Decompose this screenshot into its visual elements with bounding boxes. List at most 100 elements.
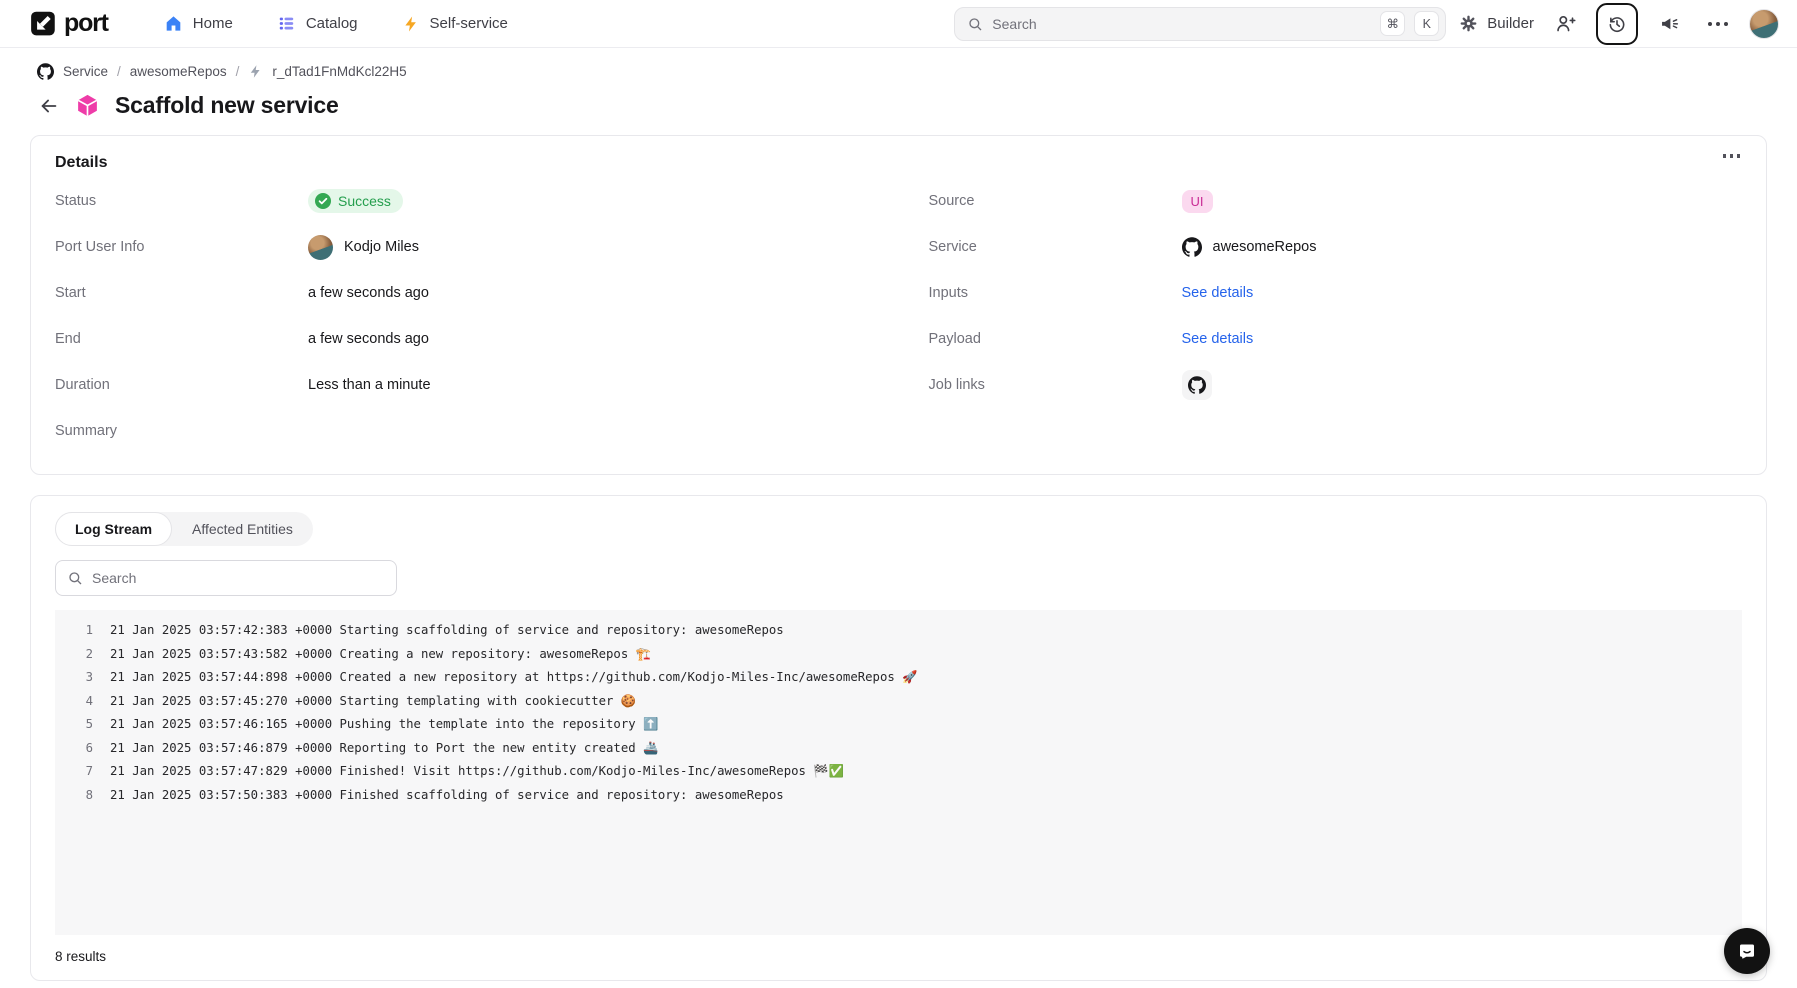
detail-row-status: Status Success bbox=[55, 178, 869, 224]
detail-row-duration: DurationLess than a minute bbox=[55, 362, 869, 408]
log-line-text: 21 Jan 2025 03:57:42:383 +0000 Starting … bbox=[110, 619, 784, 643]
details-right-column: SourceUIServiceawesomeReposInputsSee det… bbox=[929, 178, 1743, 454]
announcements-button[interactable] bbox=[1651, 6, 1687, 42]
user-avatar bbox=[308, 235, 333, 260]
log-search-input[interactable] bbox=[92, 570, 385, 586]
log-line-text: 21 Jan 2025 03:57:43:582 +0000 Creating … bbox=[110, 643, 651, 667]
log-card: Log Stream Affected Entities 1 21 Jan 202… bbox=[30, 495, 1767, 981]
github-icon bbox=[37, 63, 54, 80]
log-line: 721 Jan 2025 03:57:47:829 +0000 Finished… bbox=[55, 760, 1742, 784]
job-link-github-button[interactable] bbox=[1182, 370, 1212, 400]
more-options-button[interactable] bbox=[1700, 6, 1736, 42]
detail-label: Service bbox=[929, 239, 1182, 255]
see-details-link[interactable]: See details bbox=[1182, 285, 1254, 301]
detail-label: Start bbox=[55, 285, 308, 301]
navbar-actions: ⌘ K Builder bbox=[954, 3, 1779, 45]
detail-row-payload: PayloadSee details bbox=[929, 316, 1743, 362]
log-line: 5 21 Jan 2025 03:57:46:165 +0000 Pushing … bbox=[55, 713, 1742, 737]
tab-affected-entities[interactable]: Affected Entities bbox=[172, 512, 313, 546]
detail-label: Status bbox=[55, 193, 308, 209]
ellipsis-icon bbox=[1708, 22, 1728, 26]
back-button[interactable] bbox=[38, 95, 60, 117]
log-line: 6 21 Jan 2025 03:57:46:879 +0000 Reportin… bbox=[55, 737, 1742, 761]
tab-log-stream[interactable]: Log Stream bbox=[55, 512, 172, 546]
chat-bubble-icon bbox=[1735, 939, 1759, 963]
log-search[interactable] bbox=[55, 560, 397, 596]
breadcrumb-separator: / bbox=[117, 64, 121, 79]
user-avatar-menu[interactable] bbox=[1749, 9, 1779, 39]
builder-button[interactable]: Builder bbox=[1459, 14, 1534, 33]
log-line-number: 2 bbox=[55, 643, 93, 667]
detail-row-source: SourceUI bbox=[929, 178, 1743, 224]
lightning-icon bbox=[402, 15, 420, 33]
k-keycap: K bbox=[1414, 11, 1439, 36]
detail-label: Inputs bbox=[929, 285, 1182, 301]
global-search[interactable]: ⌘ K bbox=[954, 7, 1446, 41]
github-icon bbox=[1182, 237, 1202, 257]
detail-row-service: Service awesomeRepos bbox=[929, 224, 1743, 270]
search-icon bbox=[967, 16, 983, 32]
status-badge: Success bbox=[308, 189, 403, 213]
history-clock-icon bbox=[1607, 14, 1627, 34]
service-name[interactable]: awesomeRepos bbox=[1213, 239, 1317, 255]
nav-item-home[interactable]: Home bbox=[164, 14, 233, 33]
detail-value: UI bbox=[1182, 190, 1213, 213]
log-line-number: 5 bbox=[55, 713, 93, 737]
detail-label: Payload bbox=[929, 331, 1182, 347]
details-left-column: StatusSuccessPort User InfoKodjo MilesSt… bbox=[55, 178, 869, 454]
nav-item-self-service[interactable]: Self-service bbox=[402, 15, 508, 33]
breadcrumb-entity[interactable]: awesomeRepos bbox=[130, 64, 227, 79]
details-menu-button[interactable] bbox=[1723, 154, 1741, 158]
log-line: 2 21 Jan 2025 03:57:43:582 +0000 Creating… bbox=[55, 643, 1742, 667]
port-logo-icon bbox=[30, 10, 57, 37]
log-line-number: 6 bbox=[55, 737, 93, 761]
status-text: Success bbox=[338, 193, 391, 209]
log-line: 321 Jan 2025 03:57:44:898 +0000 Created … bbox=[55, 666, 1742, 690]
chat-widget-button[interactable] bbox=[1724, 928, 1770, 974]
details-title: Details bbox=[55, 154, 1742, 172]
log-line-text: 21 Jan 2025 03:57:47:829 +0000 Finished!… bbox=[110, 760, 844, 784]
detail-row-user: Port User InfoKodjo Miles bbox=[55, 224, 869, 270]
gear-icon bbox=[1459, 14, 1478, 33]
log-tabs: Log Stream Affected Entities bbox=[55, 512, 313, 546]
detail-label: Port User Info bbox=[55, 239, 308, 255]
nav-item-catalog[interactable]: Catalog bbox=[277, 14, 358, 33]
main-nav: Home Catalog Self-service bbox=[164, 14, 508, 33]
detail-value: See details bbox=[1182, 285, 1254, 301]
log-line-text: 21 Jan 2025 03:57:46:165 +0000 Pushing t… bbox=[110, 713, 658, 737]
action-cube-icon bbox=[75, 93, 100, 118]
detail-value: Kodjo Miles bbox=[308, 235, 419, 260]
detail-row-inputs: InputsSee details bbox=[929, 270, 1743, 316]
breadcrumb-separator: / bbox=[236, 64, 240, 79]
detail-value bbox=[1182, 370, 1212, 400]
detail-label: End bbox=[55, 331, 308, 347]
search-icon bbox=[67, 570, 83, 586]
log-stream-viewer[interactable]: 1 21 Jan 2025 03:57:42:383 +0000 Starting… bbox=[55, 610, 1742, 935]
top-navbar: port Home Catalog Self-service bbox=[0, 0, 1797, 48]
breadcrumb-run-id[interactable]: r_dTad1FnMdKcl22H5 bbox=[272, 64, 406, 79]
log-line-number: 8 bbox=[55, 784, 93, 808]
log-line-text: 21 Jan 2025 03:57:46:879 +0000 Reporting… bbox=[110, 737, 658, 761]
detail-row-joblinks: Job links bbox=[929, 362, 1743, 408]
runs-history-button[interactable] bbox=[1596, 3, 1638, 45]
invite-user-button[interactable] bbox=[1547, 6, 1583, 42]
breadcrumb: Service / awesomeRepos / r_dTad1FnMdKcl2… bbox=[0, 48, 1797, 80]
detail-label: Duration bbox=[55, 377, 308, 393]
brand-name: port bbox=[64, 9, 108, 38]
log-line-number: 1 bbox=[55, 619, 93, 643]
log-line: 421 Jan 2025 03:57:45:270 +0000 Starting… bbox=[55, 690, 1742, 714]
page-title: Scaffold new service bbox=[115, 92, 339, 119]
log-line-text: 21 Jan 2025 03:57:44:898 +0000 Created a… bbox=[110, 666, 917, 690]
github-icon bbox=[1188, 376, 1206, 394]
check-circle-icon bbox=[315, 193, 331, 209]
see-details-link[interactable]: See details bbox=[1182, 331, 1254, 347]
detail-row-end: Enda few seconds ago bbox=[55, 316, 869, 362]
port-logo[interactable]: port bbox=[30, 9, 108, 38]
global-search-input[interactable] bbox=[992, 16, 1371, 32]
breadcrumb-service[interactable]: Service bbox=[63, 64, 108, 79]
detail-value: Success bbox=[308, 189, 403, 213]
builder-label: Builder bbox=[1487, 15, 1534, 32]
detail-row-summary: Summary bbox=[55, 408, 869, 454]
source-badge: UI bbox=[1182, 190, 1213, 213]
nav-label: Self-service bbox=[430, 15, 508, 32]
